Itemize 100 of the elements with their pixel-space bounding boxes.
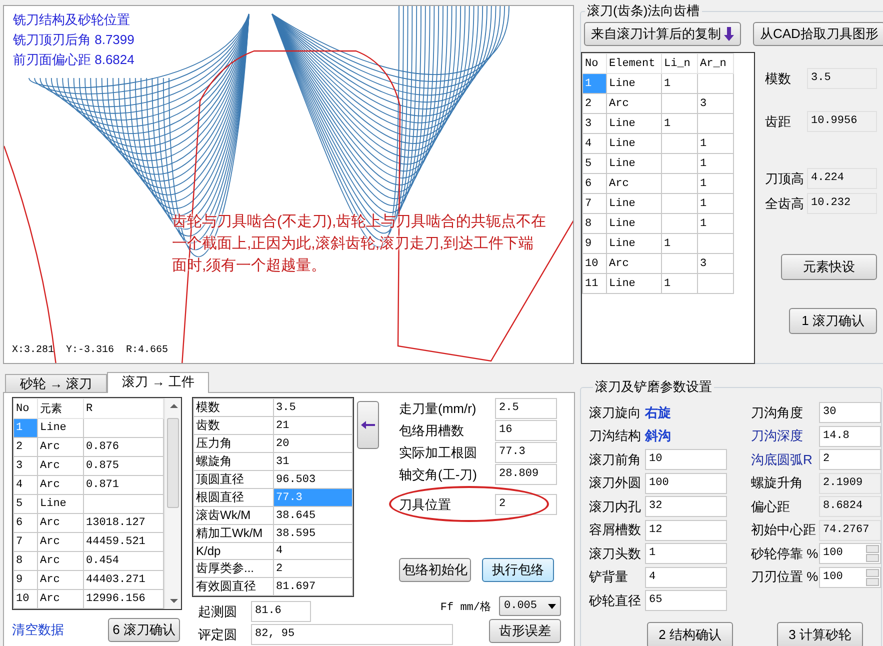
input-field[interactable]: 4 [645, 566, 727, 588]
confirm-button[interactable]: 2 结构确认 [647, 622, 733, 646]
table-cell: Line [606, 134, 662, 154]
field-label: 砂轮直径 [589, 592, 642, 610]
row-number-cell[interactable]: 2 [14, 438, 38, 456]
input-field[interactable]: 1 [645, 543, 727, 564]
row-number-cell[interactable]: 6 [582, 174, 606, 194]
field-label: 轴交角(工-刀) [399, 466, 478, 484]
field-label: 刀刃位置 % [751, 568, 819, 586]
row-number-cell[interactable]: 8 [582, 214, 606, 234]
input-field[interactable]: 100 [645, 472, 727, 494]
confirm-button[interactable]: 1 滚刀确认 [789, 308, 877, 334]
table-cell: Arc [38, 570, 84, 590]
row-number-cell[interactable]: 9 [582, 234, 606, 254]
group-title: 滚刀及铲磨参数设置 [594, 378, 713, 396]
input-field[interactable]: 82, 95 [251, 624, 453, 645]
pick-button[interactable]: 从CAD拾取刀具图形 [753, 22, 883, 46]
left-arrow-icon [361, 421, 375, 429]
input-field[interactable]: 2.5 [495, 398, 557, 419]
tab[interactable]: 滚刀 → 工件 [107, 372, 210, 393]
row-number-cell[interactable]: 10 [14, 590, 38, 608]
input-field[interactable]: 65 [645, 590, 727, 612]
input-field[interactable]: 2 [819, 449, 881, 470]
table-cell: 1 [662, 234, 698, 254]
transfer-button[interactable] [357, 401, 379, 449]
input-field[interactable]: 2 [495, 494, 557, 515]
input-field[interactable]: 14.8 [819, 426, 881, 447]
table-cell: 1 [698, 174, 734, 194]
property-value[interactable]: 20 [274, 434, 352, 452]
field-label: 砂轮停靠 % [751, 544, 819, 563]
readonly-field: 8.6824 [819, 496, 881, 518]
row-number-cell[interactable]: 11 [582, 274, 606, 294]
property-value[interactable]: 81.697 [274, 578, 352, 596]
input-field[interactable]: 30 [819, 402, 881, 424]
row-number-cell[interactable]: 6 [14, 514, 38, 532]
table-cell: Arc [606, 94, 662, 114]
property-value[interactable]: 38.595 [274, 524, 352, 542]
table-cell: Arc [38, 552, 84, 570]
run-envelope-button[interactable]: 执行包络 [482, 558, 554, 582]
row-number-cell[interactable]: 9 [14, 570, 38, 590]
property-name: 螺旋角 [194, 452, 274, 470]
input-field[interactable]: 77.3 [495, 442, 557, 463]
preset-button[interactable]: 元素快设 [781, 254, 877, 280]
table-cell: Line [606, 214, 662, 234]
column-header: Ar_n [698, 54, 734, 74]
readonly-field: 74.2767 [819, 520, 881, 541]
table-cell: 0.454 [84, 552, 164, 570]
table-cell [662, 94, 698, 114]
calculate-button[interactable]: 3 计算砂轮 [777, 622, 863, 646]
value-text: 右旋 [645, 404, 672, 422]
input-field[interactable]: 12 [645, 520, 727, 541]
profile-error-button[interactable]: 齿形误差 [489, 619, 561, 643]
row-number-cell[interactable]: 7 [582, 194, 606, 214]
dropdown[interactable]: 0.005 [499, 596, 561, 616]
tab[interactable]: 砂轮 → 滚刀 [5, 374, 108, 392]
property-value[interactable]: 38.645 [274, 506, 352, 524]
info-text: 前刃面偏心距 8.6824 [13, 51, 134, 69]
property-value[interactable]: 4 [274, 542, 352, 560]
field-label: 螺旋升角 [751, 474, 804, 492]
table-cell: Line [606, 74, 662, 94]
envelope-init-button[interactable]: 包络初始化 [399, 558, 471, 582]
row-number-cell[interactable]: 7 [14, 532, 38, 552]
dropdown-value: 0.005 [504, 600, 538, 612]
row-number-cell[interactable]: 3 [582, 114, 606, 134]
input-field[interactable]: 28.809 [495, 464, 557, 485]
property-value[interactable]: 2 [274, 560, 352, 578]
row-number-cell[interactable]: 4 [582, 134, 606, 154]
confirm-button[interactable]: 6 滚刀确认 [108, 618, 180, 642]
row-number-cell[interactable]: 8 [14, 552, 38, 570]
cursor-coordinates: X:3.281 Y:-3.316 R:4.665 [12, 345, 168, 356]
property-value[interactable]: 3.5 [274, 398, 352, 416]
table-cell [698, 114, 734, 134]
scrollbar[interactable] [164, 398, 181, 609]
row-number-cell[interactable]: 3 [14, 456, 38, 476]
property-value[interactable]: 21 [274, 416, 352, 434]
table-cell: 1 [698, 134, 734, 154]
row-number-cell[interactable]: 5 [14, 494, 38, 514]
table-cell: Line [606, 234, 662, 254]
field-label: Ff mm/格 [440, 600, 491, 614]
property-value[interactable]: 31 [274, 452, 352, 470]
input-field[interactable]: 10 [645, 449, 727, 470]
input-field[interactable]: 81.6 [251, 601, 311, 622]
field-label: 实际加工根圆 [399, 444, 478, 462]
copy-button[interactable]: 来自滚刀计算后的复制 [584, 22, 741, 46]
table-cell: 1 [662, 74, 698, 94]
property-name: 压力角 [194, 434, 274, 452]
table-cell: Line [606, 274, 662, 294]
input-field[interactable]: 32 [645, 496, 727, 518]
row-number-cell[interactable]: 4 [14, 476, 38, 494]
column-header: No [14, 398, 38, 418]
table-cell: Arc [606, 254, 662, 274]
field-label: 评定圆 [198, 626, 237, 644]
column-header: Li_n [662, 54, 698, 74]
row-number-cell[interactable]: 5 [582, 154, 606, 174]
input-field[interactable]: 16 [495, 420, 557, 441]
field-label: 刀沟结构 [589, 427, 642, 446]
row-number-cell[interactable]: 10 [582, 254, 606, 274]
row-number-cell[interactable]: 2 [582, 94, 606, 114]
table-cell [662, 254, 698, 274]
clear-data-link[interactable]: 清空数据 [12, 621, 64, 639]
